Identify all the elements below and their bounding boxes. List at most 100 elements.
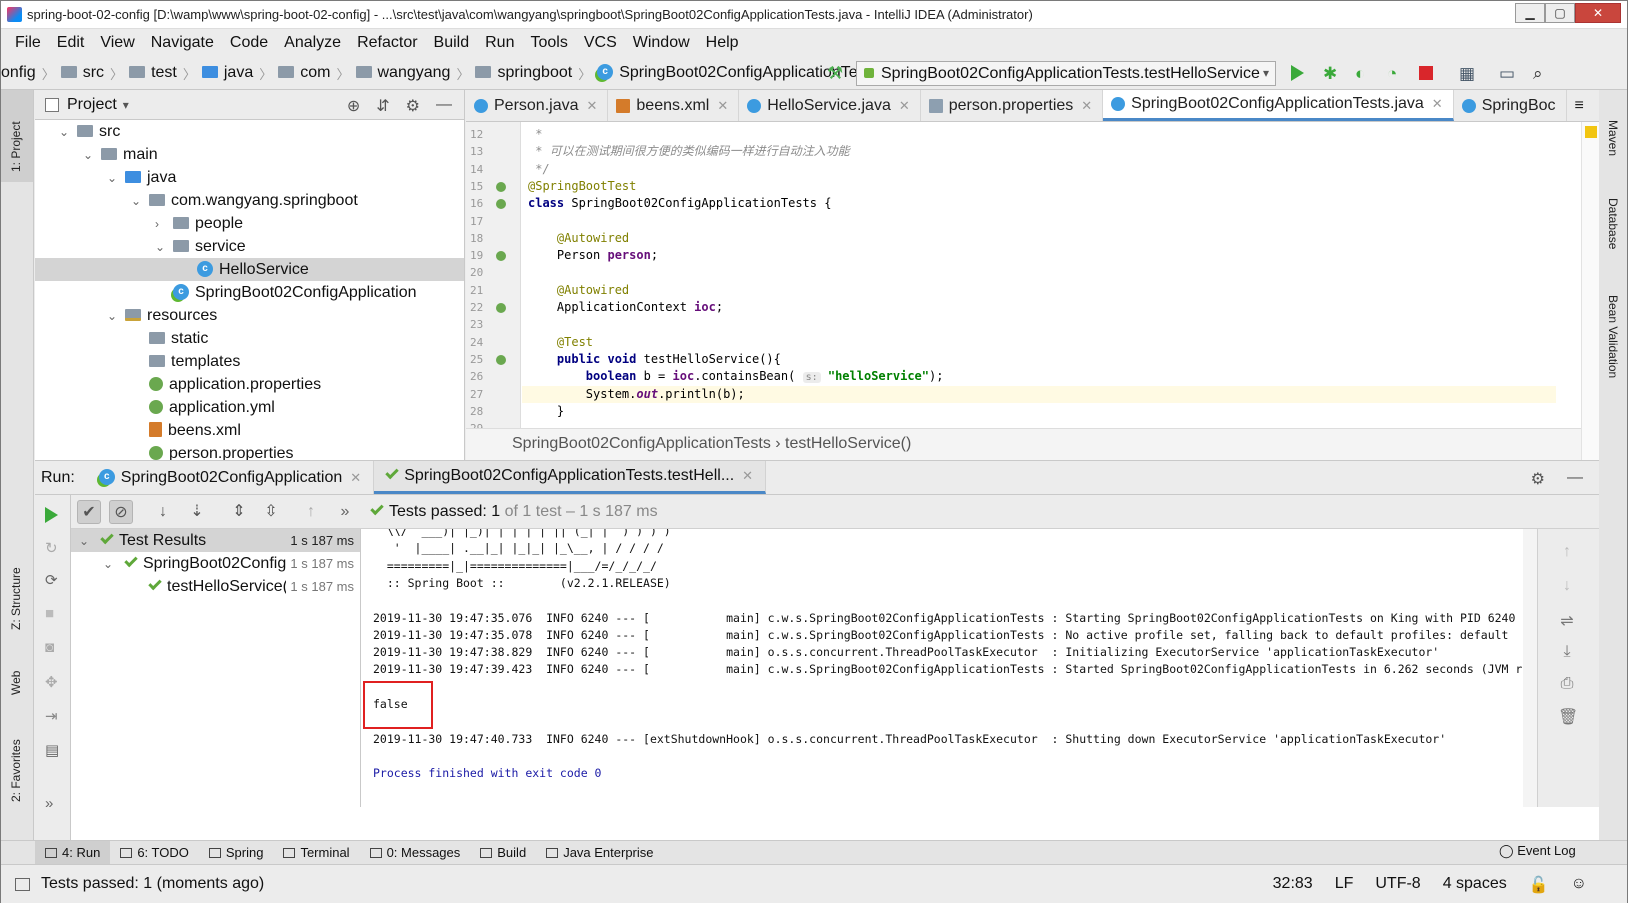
maximize-button[interactable]: ▢ (1545, 3, 1575, 23)
locate-icon[interactable]: ⊕ (347, 96, 360, 116)
menu-code[interactable]: Code (222, 34, 276, 52)
editor-tab[interactable]: SpringBoot02ConfigApplicationTests.java ✕ (1103, 90, 1454, 121)
chevron-down-icon[interactable]: ⌄ (155, 236, 173, 259)
menu-build[interactable]: Build (426, 34, 478, 52)
minimize-button[interactable]: ▁ (1515, 3, 1545, 23)
coverage-icon[interactable]: ◐ (1355, 64, 1373, 83)
indent-setting[interactable]: 4 spaces (1443, 875, 1507, 895)
editor-tab[interactable]: person.properties ✕ (921, 90, 1104, 121)
camera-icon[interactable]: ◙ (45, 639, 61, 656)
scroll-to-end-icon[interactable]: ⤓ (1558, 643, 1576, 661)
favorites-tool-label[interactable]: 2: Favorites (9, 739, 23, 802)
chevron-down-icon[interactable]: ⌄ (103, 553, 125, 576)
chevron-down-icon[interactable]: ⌄ (79, 530, 101, 553)
project-structure-icon[interactable]: ▦ (1459, 64, 1477, 83)
close-icon[interactable]: ✕ (742, 468, 753, 484)
show-ignored-icon[interactable]: ⊘ (109, 500, 133, 524)
close-icon[interactable]: ✕ (587, 98, 598, 114)
test-tree-item[interactable]: ⌄ SpringBoot02ConfigA 1 s 187 ms (71, 552, 360, 575)
project-tree-item[interactable]: ⌄ src (35, 120, 464, 143)
menu-refactor[interactable]: Refactor (349, 34, 425, 52)
run-tab[interactable]: c SpringBoot02ConfigApplication ✕ (87, 461, 375, 494)
breadcrumb-item[interactable]: src (60, 64, 104, 82)
web-tool-label[interactable]: Web (9, 671, 23, 695)
breadcrumb-item[interactable]: springboot (475, 64, 572, 82)
show-passed-icon[interactable]: ✔ (77, 500, 101, 524)
close-icon[interactable]: ✕ (1081, 98, 1092, 114)
menu-analyze[interactable]: Analyze (276, 34, 349, 52)
menu-tools[interactable]: Tools (522, 34, 575, 52)
editor-scrollbar[interactable] (1581, 122, 1599, 460)
project-tree-item[interactable]: ⌄ com.wangyang.springboot (35, 189, 464, 212)
trash-icon[interactable]: 🗑 (1558, 707, 1578, 726)
project-tree-item[interactable]: static (35, 327, 464, 350)
chevron-down-icon[interactable]: ⌄ (107, 305, 125, 328)
tool-window-build[interactable]: Build (470, 841, 536, 865)
project-tree-item[interactable]: application.yml (35, 396, 464, 419)
hector-icon[interactable]: ☺ (1571, 875, 1587, 895)
stop-icon[interactable] (1419, 64, 1437, 82)
spring-bean-gutter-icon[interactable] (496, 303, 506, 313)
run-icon[interactable] (1291, 64, 1309, 82)
tool-window-todo[interactable]: 6: TODO (110, 841, 199, 865)
status-message[interactable]: Tests passed: 1 (moments ago) (41, 875, 264, 893)
expand-all-icon[interactable]: ⇕ (227, 500, 251, 524)
hide-icon[interactable]: — (1567, 469, 1583, 489)
test-tree-item[interactable]: testHelloService() 1 s 187 ms (71, 575, 360, 598)
spring-bean-gutter-icon[interactable] (496, 181, 506, 192)
menu-navigate[interactable]: Navigate (143, 34, 222, 52)
project-tree-item[interactable]: ⌄ service (35, 235, 464, 258)
menu-view[interactable]: View (92, 34, 142, 52)
editor-tab[interactable]: HelloService.java ✕ (739, 90, 921, 121)
chevron-down-icon[interactable]: ⌄ (107, 167, 125, 190)
file-encoding[interactable]: UTF-8 (1375, 875, 1420, 895)
previous-failed-icon[interactable]: ↑ (299, 500, 323, 524)
pin-icon[interactable]: ✥ (45, 673, 61, 691)
profiler-icon[interactable]: ◔ (1387, 64, 1405, 83)
down-arrow-icon[interactable]: ↓ (1558, 577, 1576, 595)
bean-validation-tool-label[interactable]: Bean Validation (1606, 295, 1620, 378)
more-icon[interactable]: » (333, 500, 357, 524)
tool-window-messages[interactable]: 0: Messages (360, 841, 471, 865)
close-icon[interactable]: ✕ (717, 98, 728, 114)
project-tool-label[interactable]: 1: Project (9, 121, 23, 172)
collapse-all-icon[interactable]: ⇵ (376, 96, 389, 116)
print-icon[interactable]: ⎙ (1558, 675, 1576, 693)
close-icon[interactable]: ✕ (899, 98, 910, 114)
build-hammer-icon[interactable]: ⚒ (827, 63, 843, 84)
breadcrumb-item[interactable]: test (129, 64, 177, 82)
editor-breadcrumb[interactable]: SpringBoot02ConfigApplicationTests › tes… (466, 428, 1582, 460)
run-configuration-select[interactable]: SpringBoot02ConfigApplicationTests.testH… (856, 61, 1276, 86)
tab-overflow-icon[interactable]: ≡ (1567, 90, 1594, 121)
tool-window-terminal[interactable]: Terminal (273, 841, 359, 865)
close-icon[interactable]: ✕ (350, 470, 361, 486)
soft-wrap-icon[interactable]: ⇌ (1558, 611, 1576, 630)
project-tree-item[interactable]: ⌄ main (35, 143, 464, 166)
debug-icon[interactable]: ✱ (1323, 64, 1341, 83)
breadcrumb-item[interactable]: onfig (1, 64, 36, 82)
more-icon[interactable]: » (45, 795, 61, 812)
search-icon[interactable]: ⌕ (1533, 64, 1551, 83)
breadcrumb-item[interactable]: com (278, 64, 330, 82)
chevron-down-icon[interactable]: ⌄ (131, 190, 149, 213)
project-tree-item[interactable]: c HelloService (35, 258, 464, 281)
menu-vcs[interactable]: VCS (576, 34, 625, 52)
lock-icon[interactable]: 🔓 (1529, 875, 1549, 895)
layout-icon[interactable]: ▤ (45, 741, 61, 759)
run-tab[interactable]: SpringBoot02ConfigApplicationTests.testH… (374, 461, 767, 494)
chevron-down-icon[interactable]: ⌄ (83, 144, 101, 167)
project-tree-item[interactable]: application.properties (35, 373, 464, 396)
line-separator[interactable]: LF (1335, 875, 1354, 895)
project-tree-item[interactable]: templates (35, 350, 464, 373)
gear-icon[interactable]: ⚙ (406, 96, 420, 116)
database-tool-label[interactable]: Database (1606, 198, 1620, 249)
test-tree-item[interactable]: ⌄ Test Results 1 s 187 ms (71, 529, 360, 552)
up-arrow-icon[interactable]: ↑ (1558, 543, 1576, 561)
console-output[interactable]: \\/ ___)| |_)| | | | | || (_| | ) ) ) ) … (361, 529, 1537, 807)
collapse-all-icon[interactable]: ⇳ (259, 500, 283, 524)
menu-window[interactable]: Window (625, 34, 698, 52)
menu-file[interactable]: File (7, 34, 49, 52)
code-area[interactable]: * * 可以在测试期间很方便的类似编码一样进行自动注入功能 */ @SpringB… (522, 122, 1582, 428)
project-tree-item[interactable]: beens.xml (35, 419, 464, 442)
close-icon[interactable]: ✕ (1432, 96, 1443, 112)
